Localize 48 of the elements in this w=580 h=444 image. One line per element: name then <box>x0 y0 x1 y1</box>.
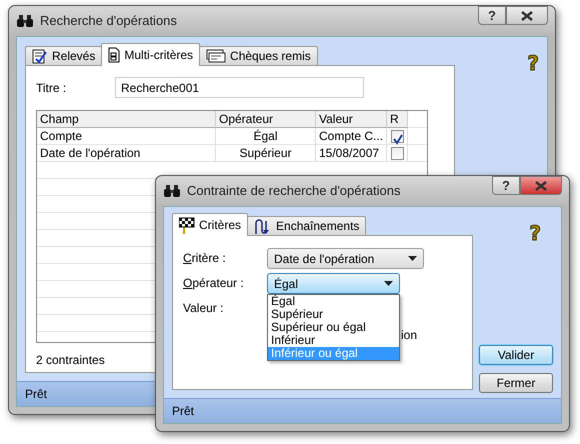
caret-icon <box>384 281 393 286</box>
table-cell: Compte <box>37 128 216 145</box>
cheques-icon <box>206 49 226 63</box>
caret-icon <box>408 256 417 261</box>
dropdown-field[interactable]: Égal <box>267 273 400 294</box>
option-label: ion <box>401 327 418 344</box>
tab[interactable]: Relevés <box>25 46 102 65</box>
field-label: Titre : <box>36 80 68 96</box>
help-button[interactable]: ? <box>492 176 520 195</box>
table-cell: Supérieur <box>216 145 316 162</box>
window-title: Contrainte de recherche d'opérations <box>187 182 401 200</box>
window-title: Recherche d'opérations <box>40 12 177 30</box>
dropdown-option[interactable]: Supérieur <box>268 308 399 321</box>
dropdown-option[interactable]: Égal <box>268 295 399 308</box>
field-label: Opérateur : <box>183 275 244 292</box>
dialog-button[interactable]: Valider <box>479 345 553 365</box>
table-cell: 15/08/2007 <box>316 145 387 162</box>
dropdown-option[interactable]: Inférieur <box>268 334 399 347</box>
checkbox[interactable] <box>390 130 404 143</box>
checkbox[interactable] <box>390 147 404 160</box>
field-label: Valeur : <box>183 300 224 317</box>
close-button[interactable] <box>506 6 548 25</box>
help-button[interactable]: ? <box>478 6 506 25</box>
close-button[interactable] <box>520 176 562 195</box>
document-icon <box>108 47 120 63</box>
binoculars-icon <box>16 14 34 28</box>
tab[interactable]: Multi-critères <box>101 43 200 66</box>
dropdown-option[interactable]: Supérieur ou égal <box>268 321 399 334</box>
close-icon <box>521 10 533 20</box>
column-header[interactable]: Champ <box>37 111 216 128</box>
dialog-button[interactable]: Fermer <box>479 373 553 393</box>
count-label: 2 contraintes <box>36 352 105 369</box>
column-header[interactable]: Valeur <box>316 111 387 128</box>
close-icon <box>535 180 547 190</box>
tab[interactable]: Critères <box>172 213 248 236</box>
dropdown-field[interactable]: Date de l'opération <box>267 248 424 269</box>
table-cell: Égal <box>216 128 316 145</box>
status-bar: Prêt <box>164 398 561 423</box>
title-field[interactable]: Recherche001 <box>115 77 364 98</box>
checkered-flag-icon <box>179 216 195 234</box>
table-cell: Compte C... <box>316 128 387 145</box>
tab[interactable]: Enchaînements <box>247 216 366 235</box>
column-header[interactable]: R <box>387 111 408 128</box>
table-cell: Date de l'opération <box>37 145 216 162</box>
column-header[interactable]: Opérateur <box>216 111 316 128</box>
field-label: Critère : <box>183 250 226 267</box>
binoculars-icon <box>163 184 181 198</box>
tab[interactable]: Chèques remis <box>199 46 318 65</box>
